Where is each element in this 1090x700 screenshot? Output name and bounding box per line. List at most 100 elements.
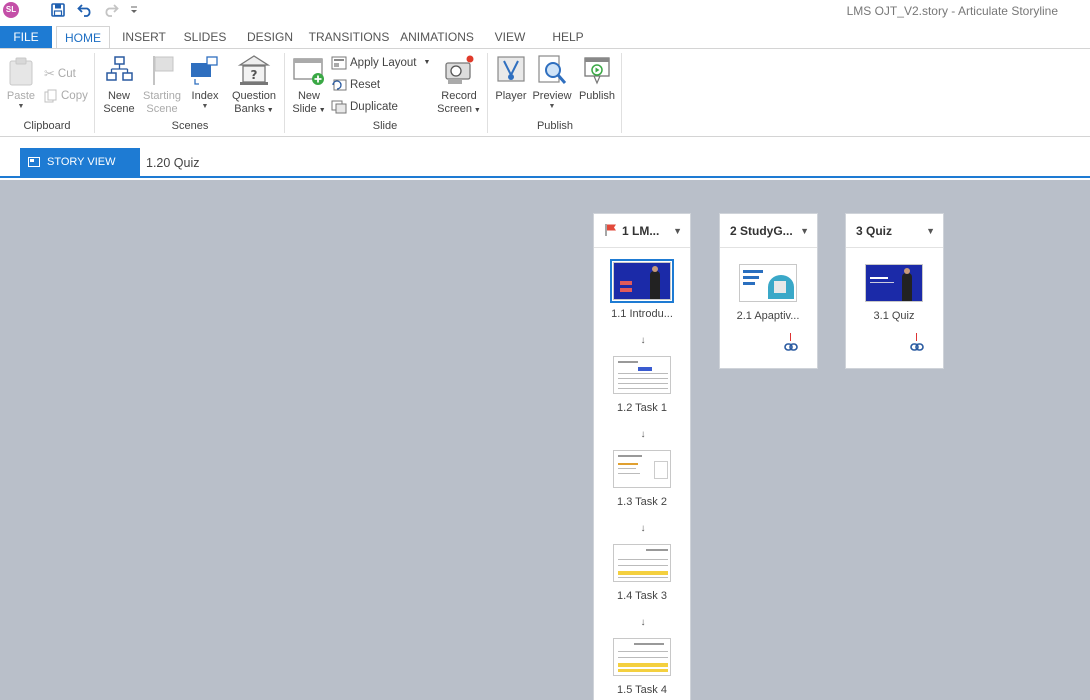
ribbon-home: Paste ▼ ✂ Cut Copy Clipboard New Scene S… <box>0 48 1090 137</box>
new-slide-label-line1: New <box>297 90 320 102</box>
tab-animations[interactable]: ANIMATIONS <box>398 26 476 48</box>
chevron-down-icon: ▼ <box>423 59 431 66</box>
publish-button[interactable]: Publish <box>576 53 618 103</box>
chevron-down-icon[interactable]: ▼ <box>926 214 935 248</box>
duplicate-label: Duplicate <box>350 101 398 113</box>
publish-label: Publish <box>578 90 616 102</box>
slide-item[interactable]: 2.1 Apaptiv... <box>728 264 808 322</box>
save-icon[interactable] <box>48 1 68 19</box>
slide-item[interactable]: 1.5 Task 4 <box>602 638 682 696</box>
duplicate-icon <box>331 100 347 114</box>
starting-scene-flag-icon <box>605 224 616 236</box>
trigger-connector <box>916 333 917 341</box>
story-view-icon <box>28 157 40 167</box>
scene-title: 1 LM... <box>622 224 660 238</box>
slide-item[interactable]: 1.4 Task 3 <box>602 544 682 602</box>
slide-thumbnail[interactable] <box>610 259 674 303</box>
slide-thumbnail[interactable] <box>739 264 797 302</box>
story-view-tab[interactable]: STORY VIEW <box>20 148 140 177</box>
slide-item[interactable]: 3.1 Quiz <box>854 264 934 322</box>
tab-home[interactable]: HOME <box>56 26 110 49</box>
undo-icon[interactable] <box>75 1 95 19</box>
preview-icon <box>538 55 567 84</box>
slide-item[interactable]: 1.3 Task 2 <box>602 450 682 508</box>
player-button[interactable]: Player <box>493 53 529 103</box>
index-label: Index <box>191 90 219 102</box>
tab-slides[interactable]: SLIDES <box>182 26 228 48</box>
tab-view[interactable]: VIEW <box>490 26 530 48</box>
reset-button[interactable]: Reset <box>331 76 380 94</box>
copy-button[interactable]: Copy <box>44 87 88 105</box>
slide-label: 2.1 Apaptiv... <box>736 310 800 322</box>
link-icon[interactable] <box>910 342 924 352</box>
chevron-down-icon: ▼ <box>264 107 274 114</box>
view-bar: STORY VIEW 1.20 Quiz <box>0 138 1090 178</box>
arrow-down-icon: ↓ <box>640 617 646 628</box>
scene-card-1[interactable]: 1 LM... ▼ 1.1 Introdu... ↓ 1.2 Task 1 ↓ … <box>593 213 691 700</box>
slide-label: 1.3 Task 2 <box>617 496 667 508</box>
slide-item[interactable]: 1.2 Task 1 <box>602 356 682 414</box>
slide-label: 1.4 Task 3 <box>617 590 667 602</box>
breadcrumb[interactable]: 1.20 Quiz <box>146 156 200 170</box>
starting-scene-button[interactable]: Starting Scene <box>140 53 184 116</box>
player-label: Player <box>495 90 527 102</box>
publish-icon <box>584 57 610 85</box>
new-scene-button[interactable]: New Scene <box>101 53 137 116</box>
slide-thumbnail[interactable] <box>613 544 671 582</box>
scene-header[interactable]: 3 Quiz ▼ <box>846 214 943 248</box>
scene-header[interactable]: 2 StudyG... ▼ <box>720 214 817 248</box>
customize-icon[interactable] <box>124 1 144 19</box>
apply-layout-button[interactable]: Apply Layout ▼ <box>331 54 430 72</box>
trigger-connector <box>790 333 791 341</box>
slide-thumbnail[interactable] <box>613 450 671 488</box>
index-icon <box>191 56 218 85</box>
new-scene-icon <box>106 56 133 81</box>
arrow-down-icon: ↓ <box>640 335 646 346</box>
index-button[interactable]: Index ▼ <box>188 53 222 111</box>
chevron-down-icon: ▼ <box>548 103 556 110</box>
tab-file[interactable]: FILE <box>0 26 52 48</box>
new-scene-label-line2: Scene <box>103 103 135 115</box>
duplicate-button[interactable]: Duplicate <box>331 98 398 116</box>
preview-button[interactable]: Preview ▼ <box>532 53 572 111</box>
question-banks-button[interactable]: ? Question Banks ▼ <box>229 53 279 117</box>
starting-scene-label-line2: Scene <box>146 103 178 115</box>
tab-design[interactable]: DESIGN <box>244 26 296 48</box>
scene-header[interactable]: 1 LM... ▼ <box>594 214 690 248</box>
paste-icon <box>9 57 33 86</box>
slide-thumbnail[interactable] <box>865 264 923 302</box>
slide-thumbnail[interactable] <box>613 356 671 394</box>
record-screen-button[interactable]: Record Screen ▼ <box>436 53 482 117</box>
group-label-publish: Publish <box>536 120 574 132</box>
app-logo[interactable]: SL <box>3 2 19 18</box>
reset-label: Reset <box>350 79 381 91</box>
chevron-down-icon[interactable]: ▼ <box>800 214 809 248</box>
new-slide-button[interactable]: New Slide ▼ <box>289 53 329 117</box>
slide-item[interactable]: 1.1 Introdu... <box>602 259 682 320</box>
tab-transitions[interactable]: TRANSITIONS <box>308 26 390 48</box>
scissors-icon: ✂ <box>44 66 55 81</box>
record-screen-label-line2: Screen <box>437 103 472 115</box>
new-slide-icon <box>293 58 324 85</box>
chevron-down-icon: ▼ <box>17 103 25 110</box>
group-separator <box>284 53 285 133</box>
slide-thumbnail[interactable] <box>613 638 671 676</box>
link-icon[interactable] <box>784 342 798 352</box>
starting-scene-label-line1: Starting <box>143 90 181 102</box>
chevron-down-icon: ▼ <box>471 107 481 114</box>
story-canvas[interactable]: 1 LM... ▼ 1.1 Introdu... ↓ 1.2 Task 1 ↓ … <box>0 180 1090 700</box>
copy-icon <box>44 89 57 103</box>
tab-help[interactable]: HELP <box>548 26 588 48</box>
redo-icon[interactable] <box>101 1 121 19</box>
cut-button[interactable]: ✂ Cut <box>44 65 76 83</box>
scene-title: 2 StudyG... <box>730 224 793 238</box>
paste-button[interactable]: Paste ▼ <box>5 53 37 111</box>
chevron-down-icon[interactable]: ▼ <box>673 214 682 248</box>
tab-insert[interactable]: INSERT <box>120 26 168 48</box>
group-separator <box>487 53 488 133</box>
scene-card-3[interactable]: 3 Quiz ▼ 3.1 Quiz <box>845 213 944 369</box>
group-label-clipboard: Clipboard <box>23 120 71 132</box>
question-banks-label-line2: Banks <box>234 103 265 115</box>
scene-card-2[interactable]: 2 StudyG... ▼ 2.1 Apaptiv... <box>719 213 818 369</box>
arrow-down-icon: ↓ <box>640 429 646 440</box>
